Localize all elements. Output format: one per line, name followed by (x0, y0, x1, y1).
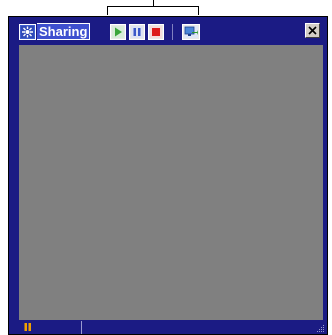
sharing-app-icon (19, 24, 36, 40)
shared-screen-viewport[interactable] (19, 45, 323, 320)
window-title: Sharing (37, 23, 91, 40)
statusbar (9, 319, 327, 334)
titlebar[interactable]: Sharing (9, 17, 327, 45)
play-icon (112, 26, 124, 38)
pause-icon (131, 26, 143, 38)
close-button[interactable] (305, 23, 320, 38)
share-screen-icon (184, 26, 198, 38)
close-icon (308, 26, 317, 35)
sharing-window: Sharing (8, 16, 328, 335)
pause-button[interactable] (129, 24, 145, 40)
stage: Sharing (0, 0, 332, 335)
share-screen-button[interactable] (182, 24, 200, 40)
stop-icon (150, 26, 162, 38)
status-pause-icon (24, 323, 31, 331)
play-button[interactable] (110, 24, 126, 40)
toolbar-callout-bracket (107, 6, 199, 15)
status-divider (81, 321, 82, 334)
resize-grip-icon[interactable] (315, 323, 325, 333)
toolbar-separator (172, 24, 173, 40)
stop-button[interactable] (148, 24, 164, 40)
